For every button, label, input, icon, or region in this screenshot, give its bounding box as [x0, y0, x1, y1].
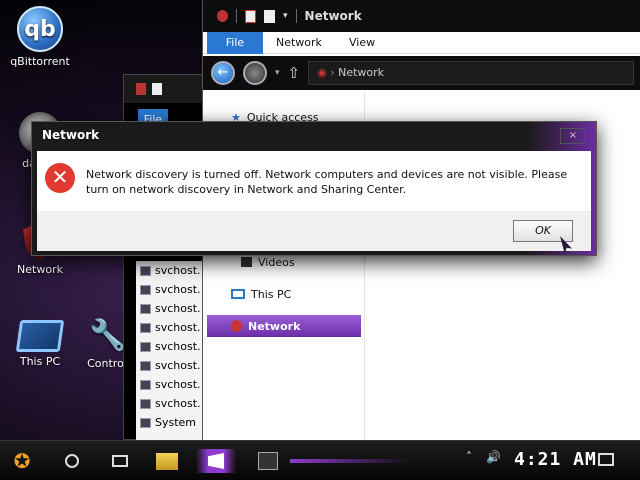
list-item[interactable]: System — [136, 413, 202, 432]
process-icon — [140, 360, 151, 371]
list-item[interactable]: svchost. — [136, 280, 202, 299]
list-item[interactable]: svchost. — [136, 299, 202, 318]
computer-icon — [15, 320, 65, 352]
process-list: svchost. svchost. svchost. svchost. svch… — [136, 261, 202, 441]
dialog-message: Network discovery is turned off. Network… — [86, 168, 568, 196]
desktop-icon-label: Control — [87, 357, 127, 370]
tab-view[interactable]: View — [349, 32, 375, 54]
nav-label: Videos — [258, 255, 295, 269]
clock[interactable]: 4:21 AM — [514, 449, 597, 470]
nav-item-this-pc[interactable]: This PC — [207, 283, 361, 305]
process-name: svchost. — [155, 378, 201, 391]
address-path[interactable]: ◉ › Network — [308, 61, 634, 85]
process-name: svchost. — [155, 397, 201, 410]
list-item[interactable]: svchost. — [136, 337, 202, 356]
desktop-icon-label: This PC — [19, 355, 61, 368]
background-window-titlebar — [124, 75, 202, 103]
folder-icon — [156, 452, 178, 470]
task-view-icon — [112, 455, 128, 467]
separator — [295, 9, 297, 23]
ribbon-tabs: File Network View — [203, 32, 640, 54]
list-item[interactable]: svchost. — [136, 375, 202, 394]
app-icon — [136, 83, 146, 95]
forward-arrow-icon[interactable] — [243, 61, 267, 85]
close-icon[interactable]: × — [560, 128, 586, 144]
explorer-titlebar: ▾ Network — [203, 0, 640, 32]
chevron-right-icon: › — [330, 66, 335, 79]
list-item[interactable]: svchost. — [136, 394, 202, 413]
tab-network[interactable]: Network — [276, 32, 322, 54]
task-manager-button[interactable] — [254, 449, 282, 473]
tab-file[interactable]: File — [207, 32, 263, 54]
list-item[interactable]: svchost. — [136, 356, 202, 375]
process-icon — [140, 379, 151, 390]
videos-icon — [241, 257, 252, 267]
list-item[interactable]: svchost. — [136, 261, 202, 280]
qbittorrent-icon: qb — [17, 6, 63, 52]
dialog-title: Network — [42, 128, 100, 142]
chevron-down-icon[interactable]: ▾ — [283, 11, 288, 21]
process-icon — [140, 398, 151, 409]
start-button[interactable]: ✪ — [8, 449, 36, 473]
back-arrow-icon[interactable]: ← — [211, 61, 235, 85]
nav-label: Network — [248, 319, 301, 333]
process-name: svchost. — [155, 302, 201, 315]
network-shield-icon — [231, 320, 242, 332]
desktop-icon-label: Network — [17, 263, 63, 276]
notification-icon[interactable] — [598, 453, 614, 466]
recent-dropdown-icon[interactable]: ▾ — [275, 68, 280, 78]
process-name: svchost. — [155, 283, 201, 296]
ok-button[interactable]: OK — [513, 220, 573, 242]
error-icon: ✕ — [45, 163, 75, 193]
address-bar-row: ← ▾ ⇧ ◉ › Network — [203, 56, 640, 90]
nav-label: This PC — [251, 287, 292, 301]
desktop-icon-qbittorrent[interactable]: qb qBittorrent — [5, 6, 75, 68]
list-item[interactable]: svchost. — [136, 318, 202, 337]
process-name: svchost. — [155, 340, 201, 353]
store-button[interactable] — [196, 449, 236, 473]
nav-item-network[interactable]: Network — [207, 315, 361, 337]
tray-chevron-icon[interactable]: ˄ — [466, 450, 472, 464]
taskbar: ✪ ˄ 🔊 4:21 AM — [0, 440, 640, 480]
volume-icon[interactable]: 🔊 — [486, 450, 501, 464]
process-name: svchost. — [155, 264, 201, 277]
network-shield-icon — [217, 10, 228, 22]
desktop-icon-label: qBittorrent — [10, 55, 70, 68]
desktop-icon-this-pc[interactable]: This PC — [5, 320, 75, 368]
computer-icon — [231, 289, 245, 299]
process-name: System — [155, 416, 197, 429]
task-manager-icon — [258, 452, 278, 470]
cortana-button[interactable] — [62, 449, 82, 473]
process-icon — [140, 265, 151, 276]
store-icon — [208, 453, 224, 469]
location-icon: ◉ — [317, 66, 327, 79]
process-icon — [140, 284, 151, 295]
wrench-icon: 🔧 — [89, 318, 127, 353]
task-view-button[interactable] — [110, 449, 130, 473]
process-name: svchost. — [155, 321, 201, 334]
dialog-footer: OK — [37, 211, 591, 251]
circle-icon — [65, 454, 79, 468]
up-arrow-icon[interactable]: ⇧ — [288, 64, 301, 82]
network-error-dialog[interactable]: Network × ✕ Network discovery is turned … — [31, 121, 597, 256]
dialog-body: ✕ Network discovery is turned off. Netwo… — [37, 151, 591, 211]
properties-icon[interactable] — [245, 9, 256, 23]
process-icon — [140, 303, 151, 314]
window-title: Network — [304, 9, 362, 23]
process-icon — [140, 341, 151, 352]
process-icon — [140, 322, 151, 333]
address-text: Network — [338, 66, 385, 79]
accent-strip — [290, 459, 410, 463]
process-name: svchost. — [155, 359, 201, 372]
note-icon — [152, 83, 162, 95]
file-explorer-button[interactable] — [152, 449, 182, 473]
process-icon — [140, 417, 151, 428]
new-folder-icon[interactable] — [264, 9, 275, 23]
separator — [236, 9, 237, 23]
